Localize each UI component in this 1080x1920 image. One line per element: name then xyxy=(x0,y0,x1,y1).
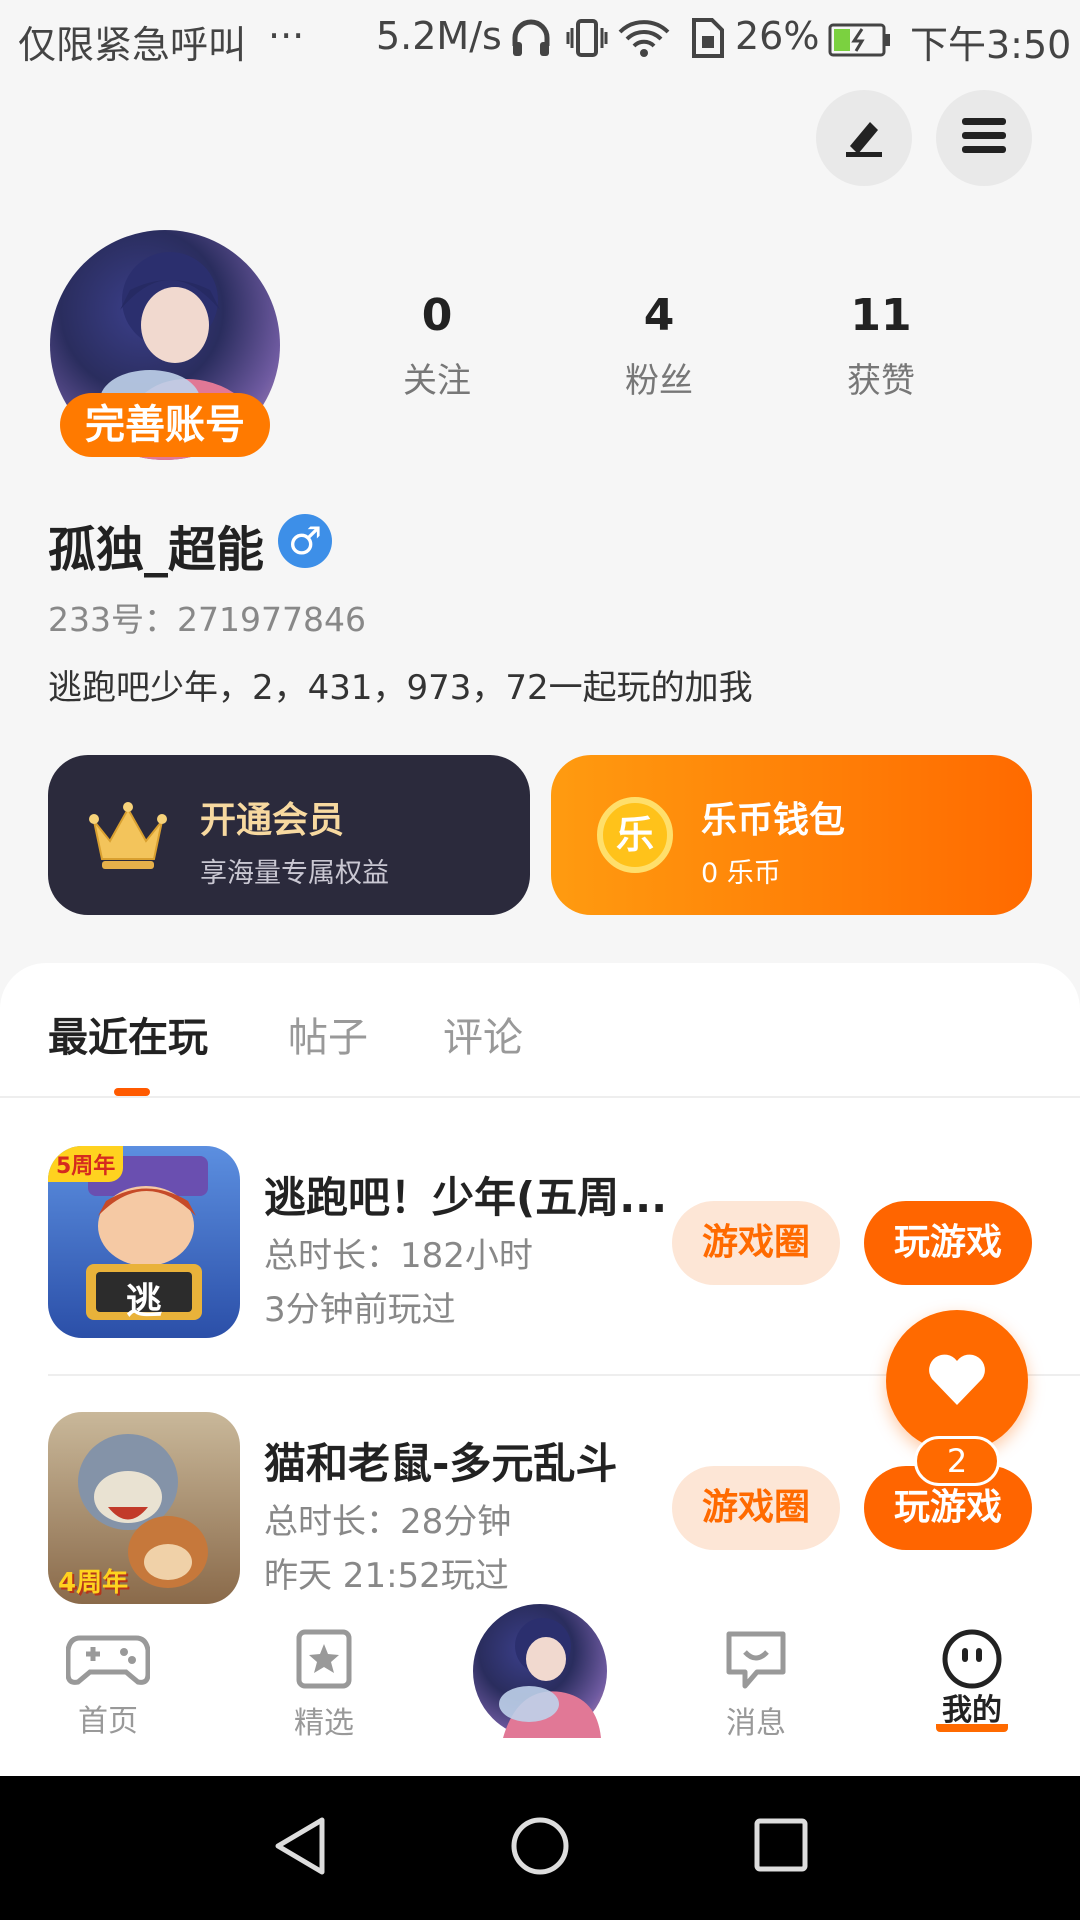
coin-icon: 乐 xyxy=(597,797,673,873)
wifi-icon xyxy=(618,18,670,67)
menu-button[interactable] xyxy=(936,90,1032,186)
star-bookmark-icon xyxy=(294,1629,354,1694)
network-speed: 5.2M/s xyxy=(376,14,502,58)
stat-following[interactable]: 0 关注 xyxy=(337,290,537,402)
favorite-fab[interactable] xyxy=(886,1310,1028,1452)
game-icon-tom-jerry[interactable]: 4周年 xyxy=(48,1412,240,1604)
game-last-played: 昨天 21:52玩过 xyxy=(264,1556,509,1596)
game-last-played: 3分钟前玩过 xyxy=(264,1290,456,1330)
nav-featured[interactable]: 精选 xyxy=(254,1628,394,1742)
user-id: 233号：271977846 xyxy=(48,600,366,639)
gamepad-icon xyxy=(65,1635,151,1692)
recents-icon[interactable] xyxy=(754,1818,808,1876)
system-nav-bar xyxy=(0,1776,1080,1920)
game-icon-escape[interactable]: 5周年 逃 xyxy=(48,1146,240,1338)
tab-comments[interactable]: 评论 xyxy=(443,1005,523,1063)
stat-followers[interactable]: 4 粉丝 xyxy=(559,290,759,402)
avatar-illustration xyxy=(499,1618,601,1738)
chat-bubble-icon xyxy=(723,1631,789,1694)
nav-messages[interactable]: 消息 xyxy=(686,1628,826,1742)
crown-icon xyxy=(88,801,168,877)
game-circle-button[interactable]: 游戏圈 xyxy=(672,1201,840,1285)
vibrate-icon xyxy=(566,18,608,67)
home-icon[interactable] xyxy=(510,1816,570,1880)
game-tag: 5周年 xyxy=(48,1146,124,1182)
favorite-count-badge: 2 xyxy=(914,1436,1000,1486)
stat-label: 获赞 xyxy=(847,361,915,401)
carrier-text: 仅限紧急呼叫 xyxy=(18,23,247,67)
more-indicator: ··· xyxy=(268,14,305,58)
tab-recent-played[interactable]: 最近在玩 xyxy=(48,1005,208,1063)
game-duration: 总时长：182小时 xyxy=(264,1236,533,1276)
game-duration: 总时长：28分钟 xyxy=(264,1502,512,1542)
nav-mine[interactable]: 我的 xyxy=(902,1628,1042,1732)
nav-center-avatar[interactable] xyxy=(467,1598,613,1744)
pen-icon xyxy=(840,112,888,164)
vip-title: 开通会员 xyxy=(200,800,345,841)
game-tag: 4周年 xyxy=(58,1568,129,1598)
game-circle-button[interactable]: 游戏圈 xyxy=(672,1466,840,1550)
vip-card[interactable]: 开通会员 享海量专属权益 xyxy=(48,755,530,915)
nav-label: 消息 xyxy=(726,1706,786,1741)
status-bar: 仅限紧急呼叫 ··· 5.2M/s 26% 下午3:50 xyxy=(0,0,1080,78)
stat-value: 11 xyxy=(850,290,912,341)
nav-home[interactable]: 首页 xyxy=(38,1628,178,1740)
game-glyph: 逃 xyxy=(125,1281,162,1322)
wallet-balance: 0 乐币 xyxy=(701,858,781,889)
play-game-button[interactable]: 玩游戏 xyxy=(864,1201,1032,1285)
battery-percent: 26% xyxy=(735,14,820,58)
battery-icon xyxy=(828,22,892,66)
nav-label: 我的 xyxy=(936,1696,1008,1732)
vip-subtitle: 享海量专属权益 xyxy=(200,858,389,889)
male-gender-icon: ♂ xyxy=(278,514,332,568)
nav-label: 首页 xyxy=(78,1704,138,1739)
game-title[interactable]: 逃跑吧！少年(五周... xyxy=(264,1164,667,1225)
user-bio: 逃跑吧少年，2，431，973，72一起玩的加我 xyxy=(48,668,753,708)
stat-label: 粉丝 xyxy=(625,361,693,401)
heart-icon xyxy=(926,1351,988,1411)
wallet-title: 乐币钱包 xyxy=(701,800,846,841)
complete-account-badge[interactable]: 完善账号 xyxy=(60,393,270,457)
tab-posts[interactable]: 帖子 xyxy=(288,1005,368,1063)
username: 孤独_超能 xyxy=(48,522,265,578)
smiley-face-icon xyxy=(939,1629,1005,1694)
game-title[interactable]: 猫和老鼠-多元乱斗 xyxy=(264,1430,617,1491)
headphone-icon xyxy=(510,18,552,67)
nav-label: 精选 xyxy=(294,1706,354,1741)
sim-icon xyxy=(690,18,726,67)
hamburger-icon xyxy=(960,114,1008,162)
stat-likes[interactable]: 11 获赞 xyxy=(781,290,981,402)
stat-label: 关注 xyxy=(403,361,471,401)
stat-value: 0 xyxy=(421,290,453,341)
clock: 下午3:50 xyxy=(910,23,1072,67)
edit-button[interactable] xyxy=(816,90,912,186)
tab-divider xyxy=(0,1096,1080,1098)
stat-value: 4 xyxy=(643,290,675,341)
back-icon[interactable] xyxy=(272,1816,328,1880)
active-tab-indicator xyxy=(114,1088,150,1096)
wallet-card[interactable]: 乐 乐币钱包 0 乐币 xyxy=(551,755,1032,915)
